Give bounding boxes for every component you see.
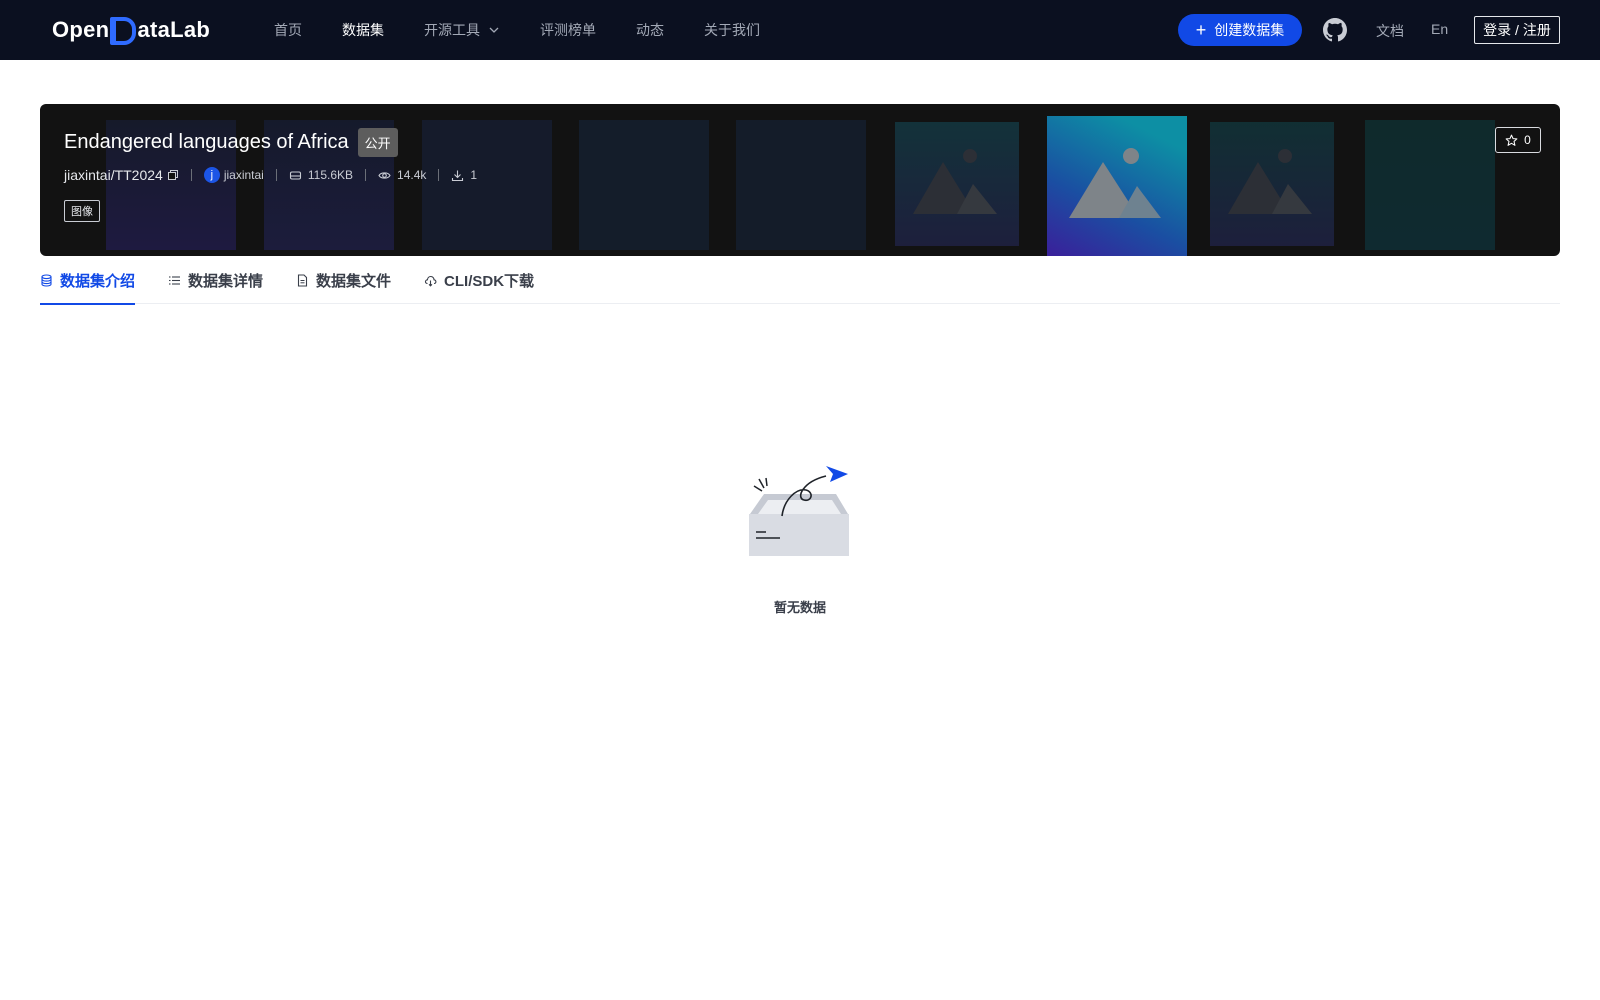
visibility-badge: 公开 bbox=[357, 128, 398, 157]
nav-link-label: 数据集 bbox=[342, 22, 384, 38]
top-navigation: Open ataLab 首页 数据集 开源工具 评测榜单 动态 关于我们 + 创… bbox=[0, 0, 1600, 60]
divider bbox=[190, 169, 192, 181]
plus-icon: + bbox=[1195, 20, 1207, 40]
logo-d-mark bbox=[110, 17, 137, 45]
thumbnail-image bbox=[579, 120, 709, 250]
nav-link-about[interactable]: 关于我们 bbox=[704, 20, 760, 40]
nav-link-label: 开源工具 bbox=[424, 22, 480, 38]
dataset-meta: jiaxintai/TT2024 j jiaxintai 115.6KB 14.… bbox=[64, 166, 477, 184]
nav-link-label: 评测榜单 bbox=[540, 22, 596, 38]
thumbnail-image bbox=[895, 122, 1019, 246]
create-dataset-button[interactable]: + 创建数据集 bbox=[1178, 14, 1302, 46]
download-icon bbox=[452, 170, 464, 181]
docs-link[interactable]: 文档 bbox=[1376, 21, 1404, 41]
dataset-title: Endangered languages of Africa bbox=[64, 131, 349, 153]
nav-link-leaderboard[interactable]: 评测榜单 bbox=[540, 20, 596, 40]
github-icon[interactable] bbox=[1323, 18, 1347, 42]
view-count: 14.4k bbox=[397, 168, 427, 182]
nav-link-open-source-tools[interactable]: 开源工具 bbox=[424, 20, 500, 40]
thumbnail-image bbox=[1210, 122, 1334, 246]
thumbnail-image bbox=[1365, 120, 1495, 250]
dataset-size: 115.6KB bbox=[307, 168, 354, 182]
copy-icon[interactable] bbox=[167, 169, 179, 181]
tab-label: 数据集文件 bbox=[316, 272, 392, 290]
nav-links: 首页 数据集 开源工具 评测榜单 动态 关于我们 bbox=[274, 0, 800, 60]
dataset-title-row: Endangered languages of Africa 公开 bbox=[64, 128, 398, 157]
create-dataset-label: 创建数据集 bbox=[1214, 22, 1285, 38]
divider bbox=[275, 169, 277, 181]
opendatalab-logo[interactable]: Open ataLab bbox=[52, 14, 210, 46]
language-switch[interactable]: En bbox=[1431, 21, 1448, 37]
dataset-hero-banner: Endangered languages of Africa 公开 jiaxin… bbox=[40, 104, 1560, 256]
storage-icon bbox=[289, 170, 301, 180]
thumbnail-image bbox=[736, 120, 866, 250]
thumbnail-image bbox=[422, 120, 552, 250]
thumbnail-image-highlighted bbox=[1047, 116, 1187, 256]
divider bbox=[365, 169, 367, 181]
tab-label: 数据集详情 bbox=[188, 272, 264, 290]
tab-label: 数据集介绍 bbox=[60, 272, 136, 290]
tab-dataset-files[interactable]: 数据集文件 bbox=[296, 256, 391, 304]
list-icon bbox=[169, 275, 181, 285]
logo-text-right: ataLab bbox=[137, 17, 211, 42]
nav-link-datasets[interactable]: 数据集 bbox=[342, 20, 384, 40]
modality-tag[interactable]: 图像 bbox=[64, 200, 100, 222]
star-icon bbox=[1505, 134, 1518, 146]
login-register-button[interactable]: 登录 / 注册 bbox=[1474, 16, 1560, 44]
logo-text-left: Open bbox=[52, 17, 110, 42]
eye-icon bbox=[378, 171, 391, 179]
nav-link-label: 动态 bbox=[636, 22, 664, 38]
nav-link-label: 首页 bbox=[274, 22, 302, 38]
download-count: 1 bbox=[470, 168, 478, 182]
nav-link-home[interactable]: 首页 bbox=[274, 20, 302, 40]
star-count: 0 bbox=[1524, 133, 1531, 147]
repo-path: jiaxintai/TT2024 bbox=[64, 167, 163, 183]
tab-dataset-intro[interactable]: 数据集介绍 bbox=[40, 256, 136, 305]
tab-dataset-details[interactable]: 数据集详情 bbox=[168, 256, 263, 304]
chevron-down-icon bbox=[489, 27, 499, 33]
star-button[interactable]: 0 bbox=[1495, 127, 1541, 153]
tab-label: CLI/SDK下载 bbox=[444, 272, 535, 290]
dataset-repo: jiaxintai/TT2024 bbox=[64, 167, 179, 183]
divider bbox=[438, 169, 440, 181]
file-icon bbox=[297, 273, 308, 287]
avatar: j bbox=[203, 167, 220, 183]
dataset-tabs: 数据集介绍 数据集详情 数据集文件 CLI/SDK下载 bbox=[40, 256, 1560, 305]
empty-state-text: 暂无数据 bbox=[773, 600, 826, 615]
empty-box-icon bbox=[749, 466, 849, 556]
nav-link-news[interactable]: 动态 bbox=[636, 20, 664, 40]
tab-cli-sdk-download[interactable]: CLI/SDK下载 bbox=[424, 256, 534, 304]
database-icon bbox=[41, 273, 52, 287]
cloud-download-icon bbox=[424, 275, 437, 287]
owner-name[interactable]: jiaxintai bbox=[224, 168, 264, 182]
nav-link-label: 关于我们 bbox=[704, 22, 760, 38]
